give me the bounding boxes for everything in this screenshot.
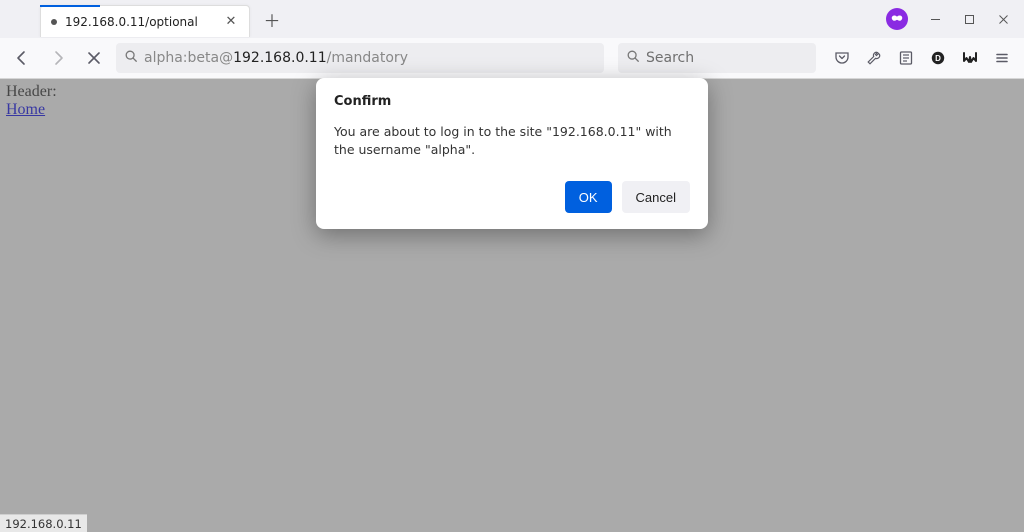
svg-text:D: D [935,54,941,63]
dialog-message: You are about to log in to the site "192… [334,123,690,159]
tab-loading-indicator [40,5,100,7]
tab-strip: 192.168.0.11/optional ✕ ＋ [0,0,1024,38]
forward-button[interactable] [42,42,74,74]
url-prefix: alpha:beta@ [144,50,233,66]
cancel-button[interactable]: Cancel [622,181,690,213]
search-icon [626,49,640,67]
search-bar[interactable]: Search [618,43,816,73]
stop-button[interactable] [78,42,110,74]
auth-confirm-dialog: Confirm You are about to log in to the s… [316,78,708,229]
search-placeholder: Search [646,50,694,66]
navigation-toolbar: alpha:beta@192.168.0.11/mandatory Search… [0,38,1024,79]
search-icon [124,49,138,67]
close-tab-button[interactable]: ✕ [223,14,239,30]
window-maximize-button[interactable] [952,4,986,34]
url-host: 192.168.0.11 [233,50,327,66]
reader-icon[interactable] [890,42,922,74]
dialog-actions: OK Cancel [334,181,690,213]
pocket-icon[interactable] [826,42,858,74]
browser-tab[interactable]: 192.168.0.11/optional ✕ [40,5,250,37]
tab-title: 192.168.0.11/optional [65,15,215,29]
window-close-button[interactable] [986,4,1020,34]
private-browsing-icon [886,8,908,30]
extension-w-icon[interactable] [954,42,986,74]
window-controls [886,0,1020,38]
address-bar-text: alpha:beta@192.168.0.11/mandatory [144,50,408,66]
ok-button[interactable]: OK [565,181,612,213]
new-tab-button[interactable]: ＋ [258,5,286,33]
toolbar-right-icons: D [826,42,1018,74]
favicon-placeholder [51,19,57,25]
url-path: /mandatory [327,50,408,66]
devtools-icon[interactable] [858,42,890,74]
extension-d-icon[interactable]: D [922,42,954,74]
back-button[interactable] [6,42,38,74]
status-bar: 192.168.0.11 [0,514,87,532]
dialog-title: Confirm [334,94,690,109]
window-minimize-button[interactable] [918,4,952,34]
address-bar[interactable]: alpha:beta@192.168.0.11/mandatory [116,43,604,73]
app-menu-button[interactable] [986,42,1018,74]
status-text: 192.168.0.11 [5,517,82,531]
